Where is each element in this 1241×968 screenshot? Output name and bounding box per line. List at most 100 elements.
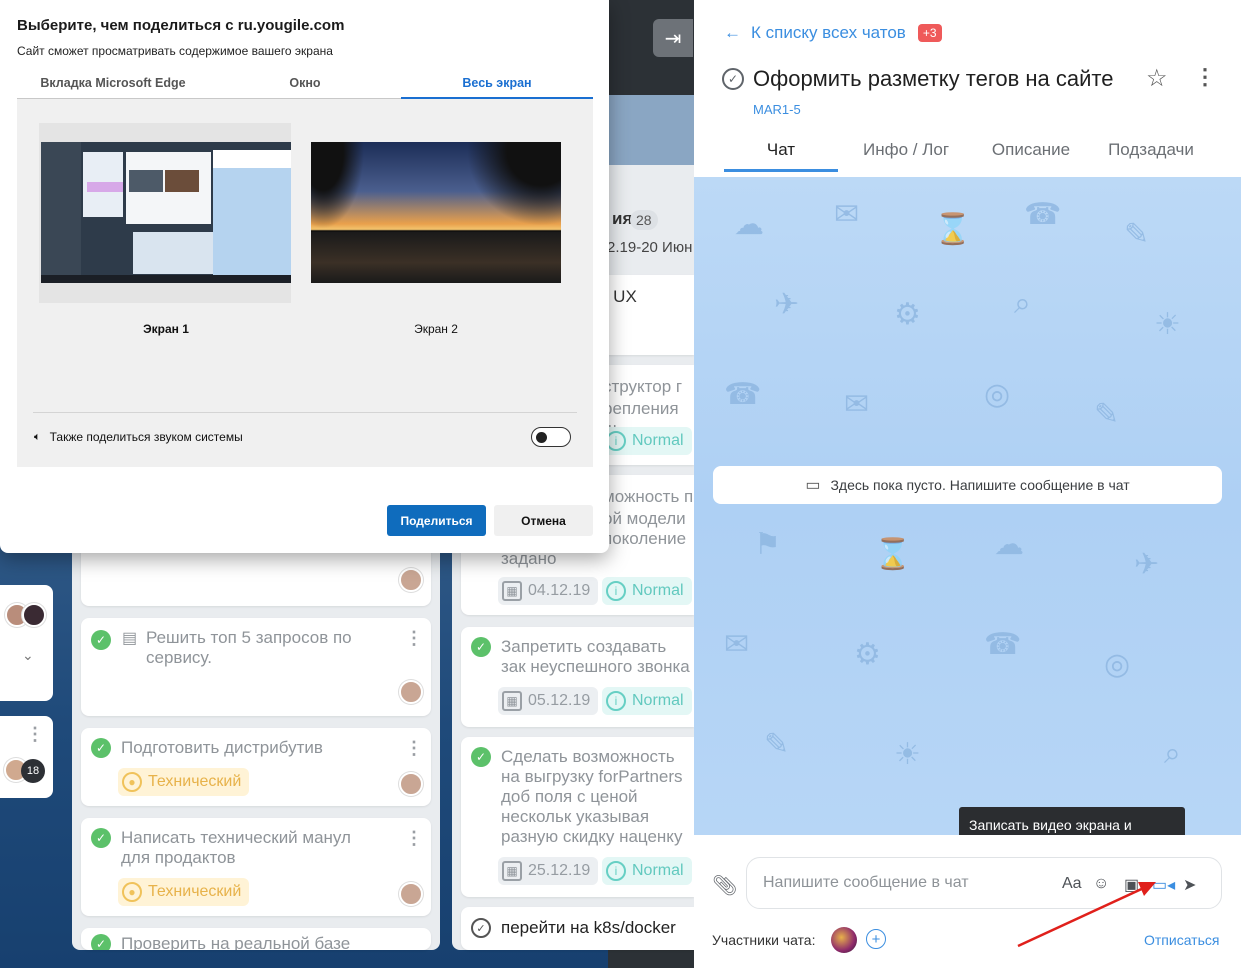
due-date-badge[interactable]: ▦ 05.12.19 — [498, 687, 599, 715]
task-card[interactable]: ✓ Запретить создавать зак неуспешного зв… — [461, 627, 694, 727]
doodle-icon: ✉ — [834, 198, 860, 231]
task-card[interactable]: ✓ ▤ Решить топ 5 запросов по сервису. ⋮ — [81, 618, 431, 716]
collapse-panel-button[interactable]: ⇥ — [653, 19, 693, 57]
doodle-icon: ☎ — [724, 378, 762, 411]
doodle-icon: ☁ — [994, 528, 1024, 561]
collapse-arrow-icon: ⇥ — [664, 27, 682, 50]
doodle-icon: ✉ — [844, 388, 870, 421]
chat-message-area[interactable]: ☁ ✉ ⌛ ☎ ✎ ✈ ⚙ ⌕ ☀ ☎ ✉ ◎ ✎ ⚑ ⌛ ☁ ✈ ✉ ⚙ ☎ … — [694, 177, 1241, 835]
tab-entire-screen[interactable]: Весь экран — [401, 72, 593, 99]
priority-badge[interactable]: i Normal — [602, 857, 692, 885]
task-card[interactable]: ✓ Подготовить дистрибутив ⋮ ● Технический — [81, 728, 431, 806]
doodle-icon: ✎ — [1124, 218, 1150, 251]
doodle-icon: ☁ — [734, 208, 764, 241]
tab-subtasks[interactable]: Подзадачи — [1088, 140, 1214, 172]
priority-label: Normal — [632, 582, 684, 599]
task-title-fragment: можность п — [603, 487, 694, 506]
done-check-icon[interactable]: ✓ — [471, 747, 491, 767]
due-date-label: 25.12.19 — [528, 862, 591, 879]
back-to-chats-link[interactable]: ← К списку всех чатов +3 — [724, 23, 942, 43]
paperclip-icon[interactable]: 📎︎ — [712, 873, 737, 898]
screen-share-dialog: Выберите, чем поделиться с ru.yougile.co… — [0, 0, 609, 553]
done-check-icon[interactable]: ✓ — [91, 828, 111, 848]
tag-badge[interactable]: ● Технический — [118, 878, 250, 906]
back-link-label: К списку всех чатов — [751, 23, 906, 42]
more-options-icon[interactable]: ⋮ — [1194, 64, 1216, 90]
tab-description[interactable]: Описание — [974, 140, 1088, 172]
screen-2-label: Экран 2 — [414, 322, 458, 336]
share-audio-toggle[interactable] — [531, 427, 571, 447]
task-card[interactable]: ✓ Проверить на реальной базе — [81, 928, 431, 950]
task-card[interactable]: ✓ Сделать возможность на выгрузку forPar… — [461, 737, 694, 897]
doodle-icon: ⚙ — [854, 638, 881, 671]
doodle-icon: ✉ — [724, 628, 750, 661]
priority-label: Normal — [632, 692, 684, 709]
task-title-fragment: поколение — [603, 529, 687, 548]
task-title: Запретить создавать зак неуспешного звон… — [501, 637, 690, 676]
due-date-badge[interactable]: ▦ 04.12.19 — [498, 577, 599, 605]
avatar-count-badge: 18 — [21, 759, 45, 783]
screen-list-panel: Экран 1 Экран 2 🔈︎ Также поделиться звук… — [17, 99, 593, 467]
doodle-icon: ☎ — [984, 628, 1022, 661]
star-icon[interactable]: ☆ — [1146, 64, 1168, 93]
priority-badge[interactable]: i Normal — [602, 687, 692, 715]
priority-badge[interactable]: i Normal — [602, 577, 692, 605]
doodle-icon: ✈ — [774, 288, 800, 321]
task-title: Решить топ 5 запросов по сервису. — [146, 628, 352, 667]
done-check-icon[interactable]: ✓ — [471, 637, 491, 657]
done-check-icon[interactable]: ✓ — [91, 630, 111, 650]
task-title-fragment: структор г — [603, 377, 683, 396]
speaker-icon: 🔈︎ — [34, 430, 41, 443]
task-id[interactable]: MAR1-5 — [753, 102, 801, 117]
column-header-bg — [608, 95, 694, 175]
calendar-icon: ▦ — [502, 861, 522, 881]
priority-label: Normal — [632, 862, 684, 879]
doodle-icon: ✈ — [1134, 548, 1160, 581]
record-screen-tooltip: Записать видео экрана и отправить в чат — [959, 807, 1185, 835]
task-complete-checkbox[interactable]: ✓ — [722, 68, 744, 90]
left-partial-card[interactable]: ⋮ 18 — [0, 716, 53, 798]
screen-2-thumbnail[interactable] — [311, 142, 561, 283]
tag-badge[interactable]: ● Технический — [118, 768, 250, 796]
task-title: Сделать возможность на выгрузку forPartn… — [501, 747, 683, 846]
priority-label: Normal — [632, 432, 684, 449]
doodle-icon: ◎ — [984, 378, 1011, 411]
avatar — [399, 882, 423, 906]
task-title: Подготовить дистрибутив — [121, 738, 323, 757]
priority-badge[interactable]: i Normal — [602, 427, 692, 455]
tab-info-log[interactable]: Инфо / Лог — [838, 140, 974, 172]
participant-avatar[interactable] — [831, 927, 857, 953]
more-icon[interactable]: ⋮ — [26, 724, 44, 745]
doodle-icon: ⌕ — [1164, 737, 1181, 770]
eye-icon: ● — [122, 882, 142, 902]
calendar-icon: ▦ — [502, 691, 522, 711]
tab-edge-tab[interactable]: Вкладка Microsoft Edge — [17, 72, 209, 98]
more-icon[interactable]: ⋮ — [405, 828, 423, 849]
left-partial-card[interactable]: ⌄ — [0, 585, 53, 701]
chevron-down-icon[interactable]: ⌄ — [22, 647, 34, 664]
screen-1-thumbnail[interactable] — [41, 142, 291, 283]
due-date-badge[interactable]: ▦ 25.12.19 — [498, 857, 599, 885]
send-icon[interactable]: ➤ — [1183, 875, 1196, 895]
task-card[interactable]: ✓ Написать технический манул для продакт… — [81, 818, 431, 916]
more-icon[interactable]: ⋮ — [405, 738, 423, 759]
more-icon[interactable]: ⋮ — [405, 628, 423, 649]
check-circle-icon[interactable]: ✓ — [471, 918, 491, 938]
empty-chat-text: Здесь пока пусто. Напишите сообщение в ч… — [830, 477, 1130, 493]
dialog-subtitle: Сайт сможет просматривать содержимое ваш… — [17, 44, 333, 58]
calendar-icon: ▦ — [502, 581, 522, 601]
tab-window[interactable]: Окно — [209, 72, 401, 98]
task-card[interactable]: ✓ перейти на k8s/docker — [461, 907, 694, 950]
add-participant-icon[interactable]: + — [866, 929, 886, 949]
eye-icon: ● — [122, 772, 142, 792]
done-check-icon[interactable]: ✓ — [91, 934, 111, 950]
cancel-button[interactable]: Отмена — [494, 505, 593, 536]
info-icon: i — [606, 861, 626, 881]
annotation-arrow — [1017, 882, 1156, 948]
share-button[interactable]: Поделиться — [387, 505, 486, 536]
doodle-icon: ☎ — [1024, 198, 1062, 231]
avatar — [399, 772, 423, 796]
tab-chat[interactable]: Чат — [724, 140, 838, 172]
participants-label: Участники чата: — [712, 932, 816, 948]
done-check-icon[interactable]: ✓ — [91, 738, 111, 758]
